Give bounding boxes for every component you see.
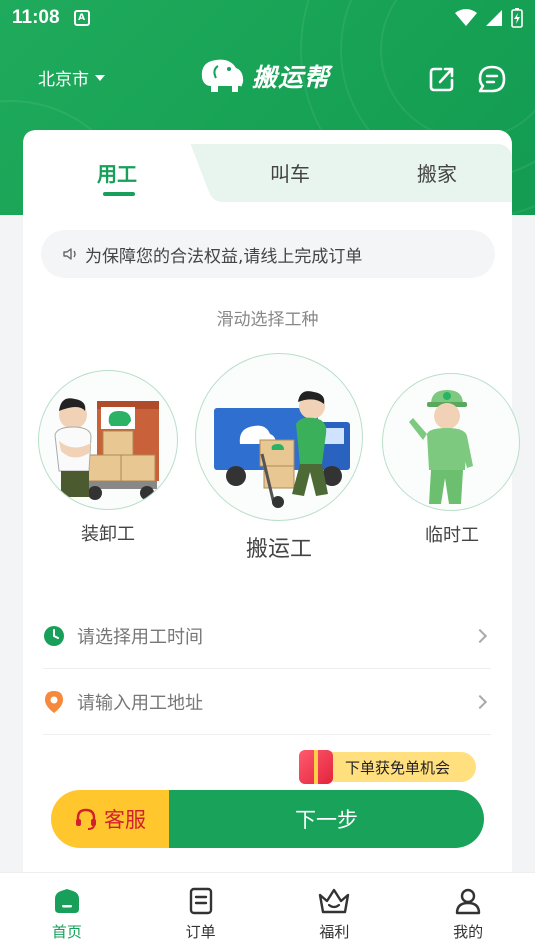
slide-hint: 滑动选择工种 [216,310,319,330]
work-time-placeholder: 请选择用工时间 [77,626,203,648]
nav-orders[interactable]: 订单 [134,873,268,952]
tab-jiaoche[interactable]: 叫车 [270,158,310,187]
worker-option-zhuangxie[interactable]: 装卸工 [38,370,178,546]
nav-welfare[interactable]: 福利 [268,873,402,952]
notice-banner: 为保障您的合法权益,请线上完成订单 [41,230,495,278]
next-step-button[interactable]: 下一步 [169,790,484,848]
signal-icon [486,10,502,26]
status-time: 11:08 [12,7,60,28]
caret-down-icon [95,74,105,81]
notice-text: 为保障您的合法权益,请线上完成订单 [85,246,363,267]
nav-home[interactable]: 首页 [0,873,134,952]
worker-label: 临时工 [425,525,479,546]
action-bar: 客服 下一步 [51,790,484,848]
crown-icon [319,888,350,914]
customer-service-label: 客服 [104,808,146,832]
work-address-field[interactable]: 请输入用工地址 [43,669,491,735]
city-selector[interactable]: 北京市 [38,65,105,90]
brand-name: 搬运帮 [252,63,331,92]
order-icon [189,887,212,915]
tab-yonggong[interactable]: 用工 [97,158,137,187]
clock-icon [44,625,64,646]
notification-icon: A [73,10,90,26]
service-tabs: 用工 叫车 搬家 [23,130,512,202]
promo-badge[interactable]: 下单获免单机会 [299,750,477,784]
top-bar: 北京市 搬运帮 [0,52,535,102]
loader-illustration [54,398,159,500]
chevron-right-icon [472,694,488,709]
promo-text: 下单获免单机会 [327,752,477,782]
speaker-icon [63,248,76,260]
share-icon[interactable] [427,64,457,94]
work-address-placeholder: 请输入用工地址 [77,692,203,714]
worker-option-linshi[interactable]: 临时工 [382,373,522,547]
chevron-right-icon [472,628,488,643]
location-pin-icon [45,690,63,713]
worker-label-selected: 搬运工 [245,537,312,562]
temp-worker-illustration [409,390,473,504]
message-icon[interactable] [477,64,507,94]
nav-label: 福利 [319,923,350,941]
city-label: 北京市 [38,70,89,90]
work-time-field[interactable]: 请选择用工时间 [43,603,491,669]
nav-label: 订单 [185,923,216,941]
wifi-icon [455,9,477,26]
elephant-logo-icon [201,59,244,92]
brand-logo: 搬运帮 [196,56,330,96]
order-card: 用工 叫车 搬家 为保障您的合法权益,请线上完成订单 滑动选择工种 装卸工 搬运… [23,130,520,875]
worker-option-banyun[interactable]: 搬运工 [195,353,363,563]
nav-label: 首页 [51,923,82,941]
bottom-nav: 首页 订单 福利 我的 [0,872,535,952]
tab-banjia[interactable]: 搬家 [417,158,457,187]
user-icon [455,888,481,915]
battery-icon [511,8,523,28]
worker-avatar [38,370,178,510]
worker-avatar-selected [195,353,363,521]
worker-label: 装卸工 [81,524,135,545]
status-bar: 11:08 A [0,0,535,36]
worker-avatar [382,373,520,511]
active-tab-indicator [103,192,135,196]
nav-mine[interactable]: 我的 [401,873,535,952]
nav-label: 我的 [453,923,484,941]
customer-service-button[interactable]: 客服 [51,790,169,848]
headset-icon [76,808,96,830]
red-packet-icon [299,750,333,784]
porter-illustration [214,391,350,508]
home-icon [54,889,79,913]
